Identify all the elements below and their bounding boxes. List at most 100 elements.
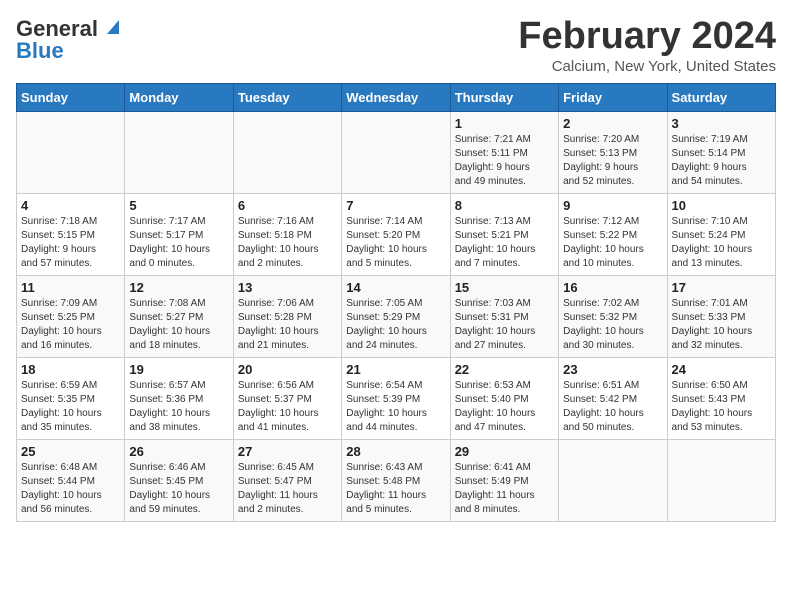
day-number: 25 <box>21 444 120 459</box>
day-number: 22 <box>455 362 554 377</box>
day-info: Sunrise: 6:54 AM Sunset: 5:39 PM Dayligh… <box>346 379 445 435</box>
calendar-cell: 7 Sunrise: 7:14 AM Sunset: 5:20 PM Daylig… <box>342 193 450 275</box>
day-number: 20 <box>238 362 337 377</box>
day-info: Sunrise: 7:14 AM Sunset: 5:20 PM Dayligh… <box>346 215 445 271</box>
day-info: Sunrise: 6:57 AM Sunset: 5:36 PM Dayligh… <box>129 379 228 435</box>
calendar-cell: 14 Sunrise: 7:05 AM Sunset: 5:29 PM Dayli… <box>342 275 450 357</box>
calendar-cell: 4Sunrise: 7:18 AM Sunset: 5:15 PM Daylig… <box>17 193 125 275</box>
calendar-cell <box>125 111 233 193</box>
page-header: General Blue February 2024 Calcium, New … <box>16 16 776 75</box>
day-info: Sunrise: 7:10 AM Sunset: 5:24 PM Dayligh… <box>672 215 771 271</box>
calendar-cell: 16 Sunrise: 7:02 AM Sunset: 5:32 PM Dayli… <box>559 275 667 357</box>
header-monday: Monday <box>125 83 233 111</box>
day-info: Sunrise: 6:51 AM Sunset: 5:42 PM Dayligh… <box>563 379 662 435</box>
day-info: Sunrise: 7:17 AM Sunset: 5:17 PM Dayligh… <box>129 215 228 271</box>
day-number: 18 <box>21 362 120 377</box>
day-number: 23 <box>563 362 662 377</box>
day-number: 15 <box>455 280 554 295</box>
calendar-week-2: 4Sunrise: 7:18 AM Sunset: 5:15 PM Daylig… <box>17 193 776 275</box>
day-info: Sunrise: 7:12 AM Sunset: 5:22 PM Dayligh… <box>563 215 662 271</box>
day-info: Sunrise: 7:16 AM Sunset: 5:18 PM Dayligh… <box>238 215 337 271</box>
calendar-cell: 6Sunrise: 7:16 AM Sunset: 5:18 PM Daylig… <box>233 193 341 275</box>
day-number: 27 <box>238 444 337 459</box>
calendar-cell <box>233 111 341 193</box>
calendar-cell: 26Sunrise: 6:46 AM Sunset: 5:45 PM Dayli… <box>125 439 233 521</box>
header-row: Sunday Monday Tuesday Wednesday Thursday… <box>17 83 776 111</box>
calendar-cell: 8 Sunrise: 7:13 AM Sunset: 5:21 PM Daylig… <box>450 193 558 275</box>
day-info: Sunrise: 7:01 AM Sunset: 5:33 PM Dayligh… <box>672 297 771 353</box>
calendar-cell <box>342 111 450 193</box>
day-number: 16 <box>563 280 662 295</box>
day-info: Sunrise: 7:09 AM Sunset: 5:25 PM Dayligh… <box>21 297 120 353</box>
calendar-cell: 22 Sunrise: 6:53 AM Sunset: 5:40 PM Dayli… <box>450 357 558 439</box>
calendar-cell: 20 Sunrise: 6:56 AM Sunset: 5:37 PM Dayli… <box>233 357 341 439</box>
day-info: Sunrise: 7:08 AM Sunset: 5:27 PM Dayligh… <box>129 297 228 353</box>
calendar-cell: 12 Sunrise: 7:08 AM Sunset: 5:27 PM Dayli… <box>125 275 233 357</box>
calendar-cell: 9 Sunrise: 7:12 AM Sunset: 5:22 PM Daylig… <box>559 193 667 275</box>
calendar-cell: 5 Sunrise: 7:17 AM Sunset: 5:17 PM Daylig… <box>125 193 233 275</box>
day-number: 8 <box>455 198 554 213</box>
day-number: 2 <box>563 116 662 131</box>
calendar-cell: 19 Sunrise: 6:57 AM Sunset: 5:36 PM Dayli… <box>125 357 233 439</box>
day-info: Sunrise: 6:59 AM Sunset: 5:35 PM Dayligh… <box>21 379 120 435</box>
day-info: Sunrise: 7:21 AM Sunset: 5:11 PM Dayligh… <box>455 133 554 189</box>
day-info: Sunrise: 7:02 AM Sunset: 5:32 PM Dayligh… <box>563 297 662 353</box>
logo-blue-text: Blue <box>16 38 64 64</box>
day-number: 4 <box>21 198 120 213</box>
calendar-cell: 1 Sunrise: 7:21 AM Sunset: 5:11 PM Daylig… <box>450 111 558 193</box>
calendar-week-3: 11 Sunrise: 7:09 AM Sunset: 5:25 PM Dayli… <box>17 275 776 357</box>
day-number: 12 <box>129 280 228 295</box>
day-number: 21 <box>346 362 445 377</box>
day-info: Sunrise: 7:20 AM Sunset: 5:13 PM Dayligh… <box>563 133 662 189</box>
calendar-cell: 23 Sunrise: 6:51 AM Sunset: 5:42 PM Dayli… <box>559 357 667 439</box>
day-info: Sunrise: 6:48 AM Sunset: 5:44 PM Dayligh… <box>21 461 120 517</box>
calendar-table: Sunday Monday Tuesday Wednesday Thursday… <box>16 83 776 522</box>
day-info: Sunrise: 7:19 AM Sunset: 5:14 PM Dayligh… <box>672 133 771 189</box>
calendar-week-1: 1 Sunrise: 7:21 AM Sunset: 5:11 PM Daylig… <box>17 111 776 193</box>
day-number: 19 <box>129 362 228 377</box>
day-info: Sunrise: 7:13 AM Sunset: 5:21 PM Dayligh… <box>455 215 554 271</box>
day-number: 14 <box>346 280 445 295</box>
day-info: Sunrise: 6:50 AM Sunset: 5:43 PM Dayligh… <box>672 379 771 435</box>
day-number: 10 <box>672 198 771 213</box>
calendar-cell <box>559 439 667 521</box>
calendar-cell: 13 Sunrise: 7:06 AM Sunset: 5:28 PM Dayli… <box>233 275 341 357</box>
logo: General Blue <box>16 16 119 64</box>
header-sunday: Sunday <box>17 83 125 111</box>
header-tuesday: Tuesday <box>233 83 341 111</box>
calendar-cell: 29Sunrise: 6:41 AM Sunset: 5:49 PM Dayli… <box>450 439 558 521</box>
calendar-cell: 28 Sunrise: 6:43 AM Sunset: 5:48 PM Dayli… <box>342 439 450 521</box>
calendar-subtitle: Calcium, New York, United States <box>518 58 776 75</box>
header-saturday: Saturday <box>667 83 775 111</box>
day-number: 24 <box>672 362 771 377</box>
header-friday: Friday <box>559 83 667 111</box>
calendar-cell: 21 Sunrise: 6:54 AM Sunset: 5:39 PM Dayli… <box>342 357 450 439</box>
header-wednesday: Wednesday <box>342 83 450 111</box>
day-info: Sunrise: 6:46 AM Sunset: 5:45 PM Dayligh… <box>129 461 228 517</box>
day-info: Sunrise: 6:43 AM Sunset: 5:48 PM Dayligh… <box>346 461 445 517</box>
day-number: 17 <box>672 280 771 295</box>
day-number: 11 <box>21 280 120 295</box>
calendar-cell: 27 Sunrise: 6:45 AM Sunset: 5:47 PM Dayli… <box>233 439 341 521</box>
calendar-cell: 18 Sunrise: 6:59 AM Sunset: 5:35 PM Dayli… <box>17 357 125 439</box>
day-info: Sunrise: 6:56 AM Sunset: 5:37 PM Dayligh… <box>238 379 337 435</box>
day-number: 1 <box>455 116 554 131</box>
day-number: 9 <box>563 198 662 213</box>
day-number: 13 <box>238 280 337 295</box>
calendar-cell: 17 Sunrise: 7:01 AM Sunset: 5:33 PM Dayli… <box>667 275 775 357</box>
day-info: Sunrise: 6:41 AM Sunset: 5:49 PM Dayligh… <box>455 461 554 517</box>
calendar-cell <box>667 439 775 521</box>
day-info: Sunrise: 6:45 AM Sunset: 5:47 PM Dayligh… <box>238 461 337 517</box>
calendar-cell <box>17 111 125 193</box>
day-info: Sunrise: 7:05 AM Sunset: 5:29 PM Dayligh… <box>346 297 445 353</box>
day-info: Sunrise: 7:06 AM Sunset: 5:28 PM Dayligh… <box>238 297 337 353</box>
calendar-week-4: 18 Sunrise: 6:59 AM Sunset: 5:35 PM Dayli… <box>17 357 776 439</box>
calendar-cell: 3 Sunrise: 7:19 AM Sunset: 5:14 PM Daylig… <box>667 111 775 193</box>
calendar-cell: 15Sunrise: 7:03 AM Sunset: 5:31 PM Dayli… <box>450 275 558 357</box>
day-info: Sunrise: 6:53 AM Sunset: 5:40 PM Dayligh… <box>455 379 554 435</box>
day-number: 5 <box>129 198 228 213</box>
day-number: 7 <box>346 198 445 213</box>
day-number: 28 <box>346 444 445 459</box>
day-number: 3 <box>672 116 771 131</box>
title-section: February 2024 Calcium, New York, United … <box>518 16 776 75</box>
